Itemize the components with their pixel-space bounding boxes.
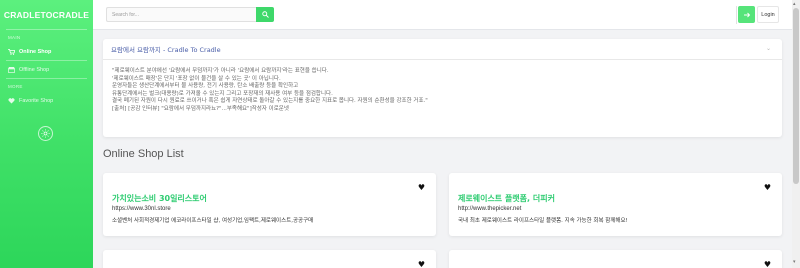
shop-card[interactable]: ♥ (449, 250, 782, 268)
sidebar-item-label: Online Shop (19, 48, 52, 55)
shop-card[interactable]: ♥ (103, 250, 436, 268)
heart-icon[interactable]: ♥ (418, 183, 425, 192)
sidebar-item-online-shop[interactable]: Online Shop (0, 43, 93, 60)
login-button[interactable]: Login (757, 6, 779, 23)
sidebar: CRADLETOCRADLE Main Online Shop Offline … (0, 0, 93, 268)
sidebar-toggle-button[interactable] (38, 126, 53, 141)
topbar: Login (93, 0, 800, 30)
scroll-up-arrow-icon[interactable]: ▴ (793, 1, 796, 7)
shop-description: 국내 최초 제로웨이스트 라이프스타일 플랫폼. 지속 가능한 회복 함께해요! (458, 218, 628, 224)
info-card-body: "제로웨이스트 분야에선 '요람에서 무덤까지'가 아니라 '요람에서 요람까지… (103, 60, 782, 122)
shop-description: 소셜벤처 사회적경제기업 에코라이프스타일 샵, 여성기업,임팩트,제로웨이스트… (112, 218, 314, 224)
scrollbar[interactable]: ▴ ▾ (792, 0, 800, 268)
sidebar-section-more: More (8, 84, 23, 89)
sidebar-section-main: Main (8, 35, 21, 40)
scroll-down-arrow-icon[interactable]: ▾ (793, 259, 796, 265)
sun-icon (41, 129, 50, 138)
info-line: 결국 폐기된 자원이 다시 원료로 쓰이거나 혹은 쉽게 자연상태로 돌아갈 수… (112, 98, 428, 105)
shop-url[interactable]: http://www.thepicker.net (458, 206, 521, 212)
chevron-down-icon[interactable]: ⌄ (766, 45, 771, 52)
shop-list-title: Online Shop List (103, 148, 184, 160)
login-arrow-button[interactable] (738, 6, 755, 23)
heart-icon[interactable]: ♥ (764, 183, 771, 192)
info-line: [출처] [공감 인터뷰] "요람에서 무덤까지라뇨?"...부족해요"]작성자… (112, 105, 289, 112)
search-icon (261, 11, 269, 18)
store-icon (8, 66, 15, 73)
sidebar-item-favorite-shop[interactable]: Favorite Shop (0, 92, 93, 109)
sidebar-item-offline-shop[interactable]: Offline Shop (0, 61, 93, 78)
shop-url[interactable]: https://www.30nl.store (112, 206, 171, 212)
search-input[interactable] (106, 7, 256, 22)
shop-card[interactable]: ♥ 가치있는소비 30일리스토어 https://www.30nl.store … (103, 173, 436, 236)
heart-icon (8, 97, 15, 104)
info-card: 요람에서 요람까지 - Cradle To Cradle ⌄ "제로웨이스트 분… (103, 39, 782, 137)
shop-card[interactable]: ♥ 제로웨이스트 플랫폼, 더피커 http://www.thepicker.n… (449, 173, 782, 236)
cart-icon (8, 48, 15, 55)
shop-name[interactable]: 가치있는소비 30일리스토어 (112, 193, 207, 204)
shop-name[interactable]: 제로웨이스트 플랫폼, 더피커 (458, 193, 555, 204)
search-bar (106, 7, 274, 22)
search-button[interactable] (256, 7, 274, 22)
sidebar-item-label: Offline Shop (19, 66, 50, 73)
heart-icon[interactable]: ♥ (764, 260, 771, 268)
brand-logo[interactable]: CRADLETOCRADLE (0, 0, 93, 29)
sidebar-item-label: Favorite Shop (19, 97, 54, 104)
arrow-right-icon (743, 12, 750, 17)
info-line: 운영자들은 생산단계에서부터 물 사용량, 전기 사용량, 탄소 배출량 등을 … (112, 83, 299, 90)
info-card-title: 요람에서 요람까지 - Cradle To Cradle (103, 39, 782, 60)
info-line: "제로웨이스트 분야에선 '요람에서 무덤까지'가 아니라 '요람에서 요람까지… (112, 68, 329, 74)
topbar-divider (736, 6, 737, 24)
scrollbar-thumb[interactable] (793, 8, 799, 184)
heart-icon[interactable]: ♥ (418, 260, 425, 268)
